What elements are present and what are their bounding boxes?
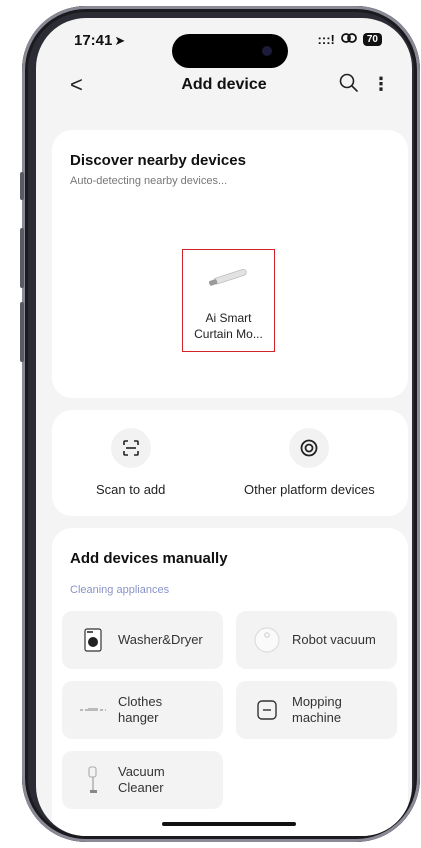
discovered-device-tile[interactable]: Ai Smart Curtain Mo... xyxy=(182,249,275,352)
discover-subtitle: Auto-detecting nearby devices... xyxy=(70,175,228,187)
tile-label: Clothes xyxy=(118,694,163,709)
home-indicator[interactable] xyxy=(162,822,296,826)
scan-icon xyxy=(110,428,151,468)
mute-switch xyxy=(20,172,24,200)
signal-icon: :::! xyxy=(317,32,335,47)
link-icon xyxy=(340,32,357,47)
washer-icon xyxy=(78,625,108,655)
device-name: Ai Smart Curtain Mo... xyxy=(183,310,274,342)
device-type-washer-dryer[interactable]: Washer&Dryer xyxy=(62,611,223,669)
scan-to-add-label: Scan to add xyxy=(96,482,166,497)
search-icon[interactable] xyxy=(338,72,360,94)
vacuum-cleaner-icon xyxy=(78,765,108,795)
clothes-hanger-icon xyxy=(78,695,108,725)
battery-indicator: 70 xyxy=(362,33,382,46)
tile-label: Washer&Dryer xyxy=(118,632,203,647)
status-time: 17:41 ➤ xyxy=(74,32,125,49)
discover-title: Discover nearby devices xyxy=(70,152,246,169)
screen: 17:41 ➤ :::! 70 < Add device ⋮ Discover n… xyxy=(36,18,412,836)
quick-actions-card: Scan to add Other platform devices xyxy=(52,410,408,516)
device-name-line2: Curtain Mo... xyxy=(194,327,263,341)
tile-label: Vacuum xyxy=(118,764,165,779)
discover-card: Discover nearby devices Auto-detecting n… xyxy=(52,130,408,398)
status-icons: :::! 70 xyxy=(318,32,382,47)
volume-down-button xyxy=(20,302,24,362)
mopping-machine-icon xyxy=(252,695,282,725)
scan-to-add-button[interactable]: Scan to add xyxy=(96,428,165,497)
tile-label-line2: machine xyxy=(292,710,342,725)
manual-add-card: Add devices manually Cleaning appliances… xyxy=(52,528,408,836)
other-platform-devices-label: Other platform devices xyxy=(244,482,375,497)
device-name-line1: Ai Smart xyxy=(205,311,252,325)
more-options-icon[interactable]: ⋮ xyxy=(372,74,390,95)
tile-label: Mopping xyxy=(292,694,342,709)
camera-icon xyxy=(262,46,272,56)
robot-vacuum-icon xyxy=(252,625,282,655)
device-type-robot-vacuum[interactable]: Robot vacuum xyxy=(236,611,397,669)
location-arrow-icon: ➤ xyxy=(114,33,126,48)
other-platform-devices-button[interactable]: Other platform devices xyxy=(244,428,375,497)
nav-bar: < Add device ⋮ xyxy=(36,70,412,106)
volume-up-button xyxy=(20,228,24,288)
device-type-mopping-machine[interactable]: Mopping machine xyxy=(236,681,397,739)
target-icon xyxy=(289,428,330,468)
tile-label-line2: Cleaner xyxy=(118,780,164,795)
tile-label-line2: hanger xyxy=(118,710,159,725)
dynamic-island xyxy=(172,34,288,68)
device-type-vacuum-cleaner[interactable]: Vacuum Cleaner xyxy=(62,751,223,809)
time-label: 17:41 xyxy=(74,32,113,49)
manual-title: Add devices manually xyxy=(70,550,228,567)
device-type-clothes-hanger[interactable]: Clothes hanger xyxy=(62,681,223,739)
tile-label: Robot vacuum xyxy=(292,632,376,647)
curtain-motor-icon xyxy=(208,268,247,286)
category-label: Cleaning appliances xyxy=(70,584,170,596)
